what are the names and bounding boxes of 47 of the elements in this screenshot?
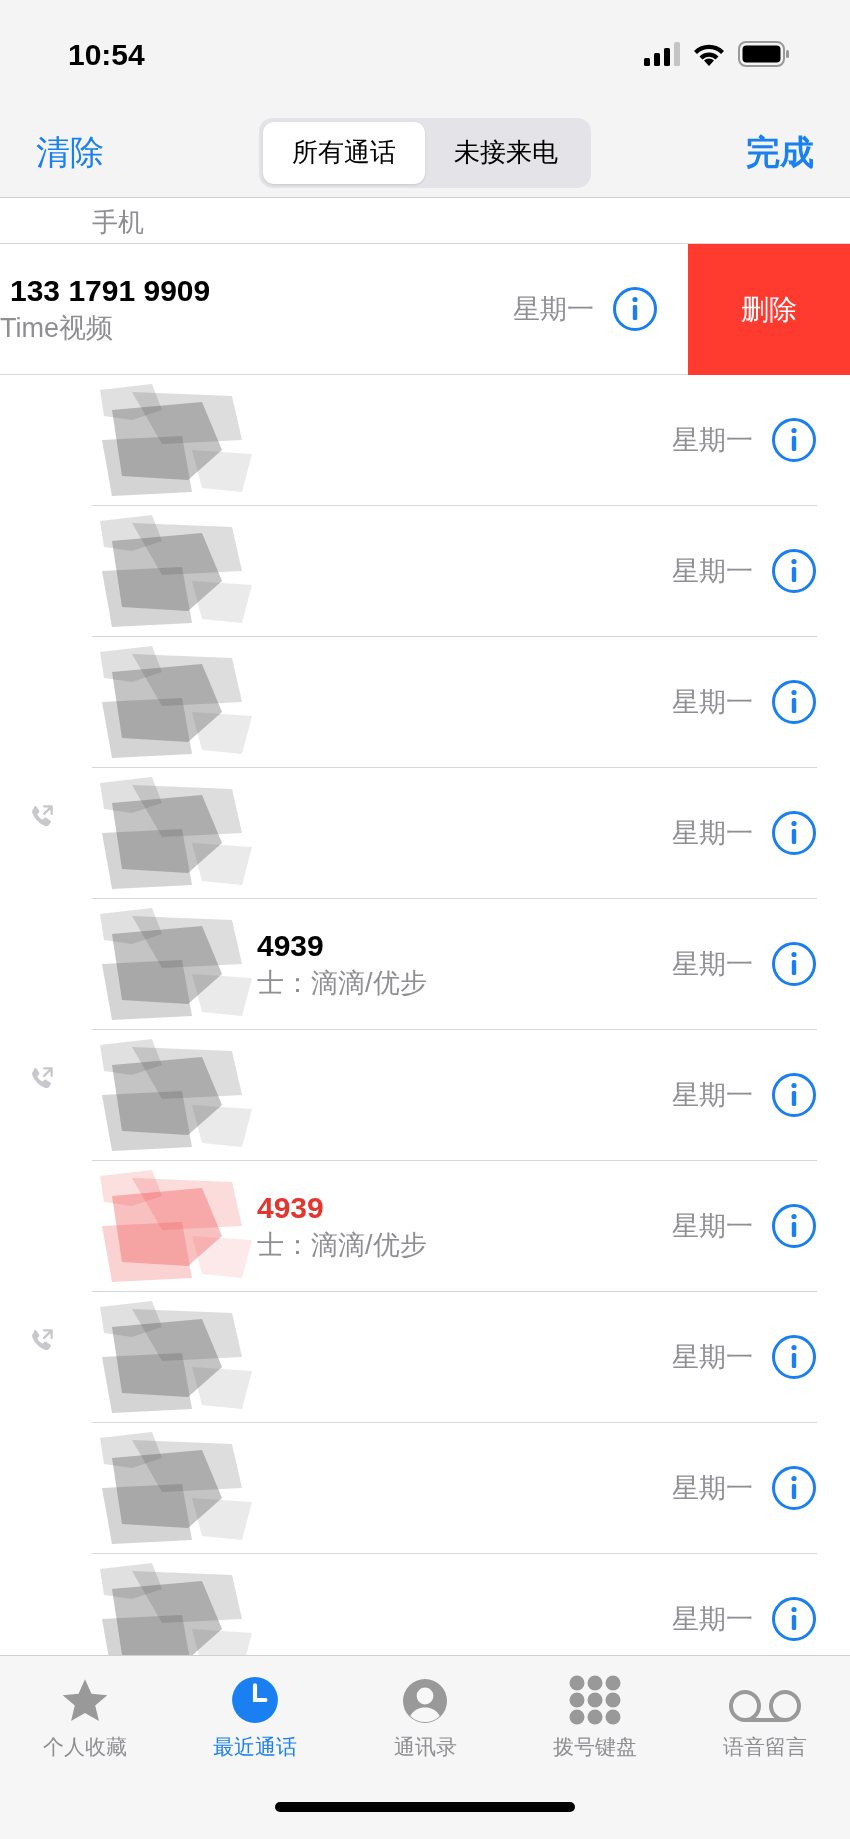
call-date: 星期一	[672, 1078, 753, 1112]
clear-button[interactable]: 清除	[36, 127, 146, 178]
status-time: 10:54	[68, 36, 145, 73]
info-icon[interactable]	[771, 1072, 817, 1118]
info-icon[interactable]	[771, 810, 817, 856]
keypad-icon	[569, 1674, 621, 1725]
delete-button[interactable]: 删除	[688, 244, 850, 375]
info-icon[interactable]	[771, 1203, 817, 1249]
tab-bar-item[interactable]: 语音留言	[680, 1656, 850, 1766]
tab-bar-item[interactable]: 最近通话	[170, 1656, 340, 1766]
call-subtitle: Time视频	[0, 312, 114, 345]
clock-icon	[230, 1674, 280, 1725]
call-date: 星期一	[672, 1471, 753, 1505]
battery-icon	[738, 41, 790, 67]
wifi-icon	[692, 42, 726, 66]
call-subtitle: 手机	[92, 207, 144, 237]
info-icon[interactable]	[771, 1465, 817, 1511]
call-title: 4939	[257, 1190, 325, 1226]
call-title: 133 1791 9909	[10, 273, 212, 309]
info-icon[interactable]	[771, 941, 817, 987]
call-date: 星期一	[672, 1340, 753, 1374]
voicemail-icon	[727, 1688, 803, 1725]
info-icon[interactable]	[771, 548, 817, 594]
call-date: 星期一	[672, 554, 753, 588]
info-icon[interactable]	[771, 679, 817, 725]
done-button[interactable]: 完成	[704, 127, 814, 178]
segment-tab[interactable]: 所有通话	[263, 121, 425, 184]
contact-icon	[401, 1676, 449, 1725]
tab-bar-item[interactable]: 拨号键盘	[510, 1656, 680, 1766]
signal-icon	[644, 42, 680, 66]
call-date: 星期一	[672, 685, 753, 719]
info-icon[interactable]	[771, 1334, 817, 1380]
segment-tab[interactable]: 未接来电	[425, 121, 587, 184]
info-icon[interactable]	[612, 286, 658, 332]
call-subtitle: 士：滴滴/优步	[257, 1229, 428, 1262]
call-date: 星期一	[672, 947, 753, 981]
call-date: 星期一	[672, 816, 753, 850]
info-icon[interactable]	[771, 1596, 817, 1642]
call-subtitle: 士：滴滴/优步	[257, 967, 428, 1000]
call-date: 星期一	[672, 1209, 753, 1243]
tab-bar-item[interactable]: 个人收藏	[0, 1656, 170, 1766]
info-icon[interactable]	[771, 417, 817, 463]
call-title: 4939	[257, 928, 325, 964]
call-date: 星期一	[672, 1602, 753, 1636]
tab-bar-item[interactable]: 通讯录	[340, 1656, 510, 1766]
call-date: 星期一	[672, 423, 753, 457]
call-date: 星期一	[513, 292, 594, 326]
